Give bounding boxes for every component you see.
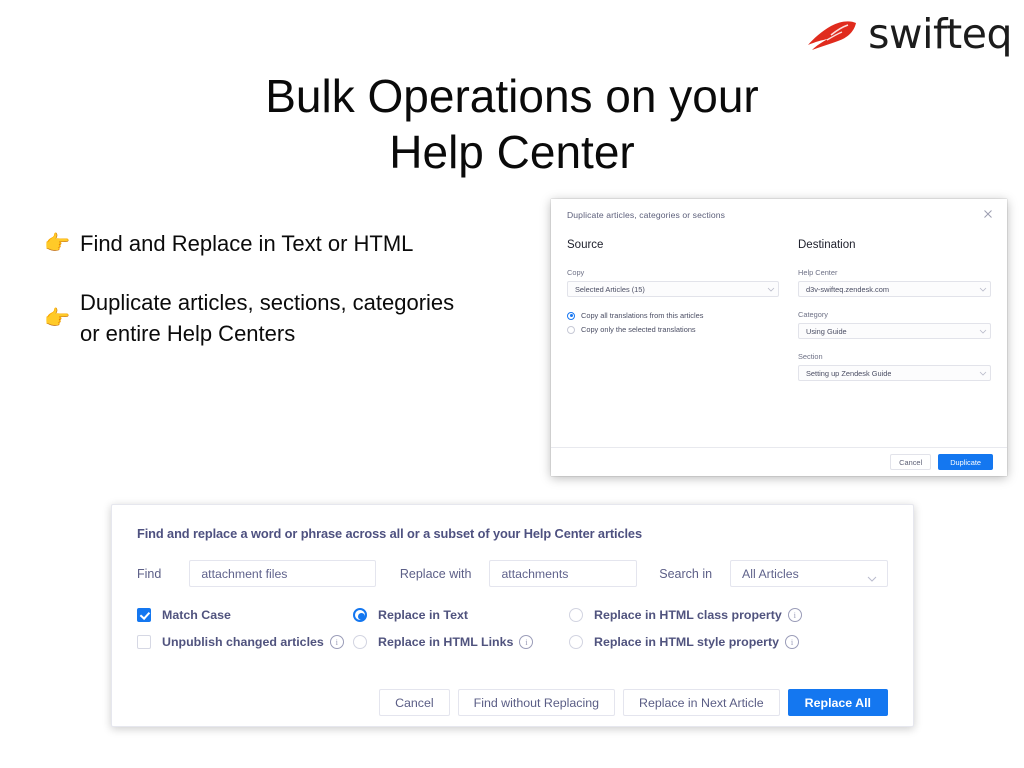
copy-select-value: Selected Articles (15) bbox=[575, 284, 645, 294]
checkbox-indicator bbox=[137, 608, 151, 622]
replace-with-input[interactable]: attachments bbox=[489, 560, 638, 587]
radio-replace-in-text[interactable]: Replace in Text bbox=[353, 604, 569, 626]
option-label: Replace in HTML style property bbox=[594, 635, 779, 649]
duplicate-dialog: Duplicate articles, categories or sectio… bbox=[551, 199, 1007, 476]
info-icon[interactable]: i bbox=[329, 635, 344, 649]
radio-replace-in-html-class-property[interactable]: Replace in HTML class property i bbox=[569, 604, 869, 626]
radio-indicator bbox=[569, 608, 583, 622]
copy-select[interactable]: Selected Articles (15) bbox=[567, 281, 779, 297]
close-icon-glyph bbox=[984, 210, 992, 218]
destination-heading: Destination bbox=[798, 239, 856, 251]
find-replace-footer: Cancel Find without Replacing Replace in… bbox=[137, 689, 888, 716]
option-label: Replace in HTML Links bbox=[378, 635, 514, 649]
page-title-line-2: Help Center bbox=[389, 126, 635, 178]
section-select[interactable]: Setting up Zendesk Guide bbox=[798, 365, 991, 381]
list-item: 👉 Find and Replace in Text or HTML bbox=[44, 228, 474, 259]
find-replace-panel: Find and replace a word or phrase across… bbox=[111, 504, 914, 727]
radio-replace-in-html-style-property[interactable]: Replace in HTML style property i bbox=[569, 631, 869, 653]
category-field: Category Using Guide bbox=[798, 310, 991, 339]
chevron-down-icon bbox=[979, 329, 987, 334]
checkbox-unpublish-changed-articles[interactable]: Unpublish changed articles i bbox=[137, 631, 353, 653]
brand-logo: swifteq bbox=[806, 14, 1012, 55]
chevron-down-icon bbox=[979, 371, 987, 376]
find-replace-heading: Find and replace a word or phrase across… bbox=[137, 526, 642, 541]
options-column-1: Match Case Unpublish changed articles i bbox=[137, 604, 353, 658]
radio-indicator bbox=[567, 325, 575, 334]
find-label: Find bbox=[137, 566, 162, 581]
pointing-right-hand-icon: 👉 bbox=[44, 305, 71, 330]
radio-indicator bbox=[567, 311, 575, 320]
chevron-down-icon bbox=[979, 287, 987, 292]
section-field: Section Setting up Zendesk Guide bbox=[798, 352, 991, 381]
options-column-3: Replace in HTML class property i Replace… bbox=[569, 604, 869, 658]
replace-with-label: Replace with bbox=[399, 566, 472, 581]
search-in-select-value: All Articles bbox=[742, 566, 799, 581]
search-in-label: Search in bbox=[659, 566, 713, 581]
options-column-2: Replace in Text Replace in HTML Links i bbox=[353, 604, 569, 658]
category-select-value: Using Guide bbox=[806, 326, 847, 336]
find-replace-options: Match Case Unpublish changed articles i … bbox=[137, 604, 888, 658]
list-item: 👉 Duplicate articles, sections, categori… bbox=[44, 287, 474, 349]
help-center-select-value: d3v-swifteq.zendesk.com bbox=[806, 284, 889, 294]
source-column: Source Copy Selected Articles (15) Copy … bbox=[567, 239, 779, 447]
brand-name: swifteq bbox=[868, 10, 1012, 58]
radio-replace-in-html-links[interactable]: Replace in HTML Links i bbox=[353, 631, 569, 653]
radio-label: Copy only the selected translations bbox=[581, 325, 696, 334]
close-icon[interactable] bbox=[982, 208, 994, 220]
option-label: Match Case bbox=[162, 608, 231, 622]
help-center-label: Help Center bbox=[798, 268, 838, 277]
chevron-down-icon bbox=[767, 287, 775, 292]
radio-indicator bbox=[353, 608, 367, 622]
duplicate-dialog-footer: Cancel Duplicate bbox=[551, 447, 1007, 476]
find-input[interactable]: attachment files bbox=[189, 560, 376, 587]
translation-radio-group: Copy all translations from this articles… bbox=[567, 311, 779, 334]
cancel-button[interactable]: Cancel bbox=[379, 689, 450, 716]
copy-field: Copy Selected Articles (15) bbox=[567, 268, 779, 297]
search-in-select[interactable]: All Articles bbox=[730, 560, 888, 587]
pointing-right-hand-icon: 👉 bbox=[44, 231, 71, 255]
chevron-down-icon bbox=[867, 571, 877, 582]
bullet-label: Find and Replace in Text or HTML bbox=[80, 231, 414, 256]
option-label: Replace in Text bbox=[378, 608, 468, 622]
replace-all-button[interactable]: Replace All bbox=[787, 689, 888, 716]
page-title: Bulk Operations on your Help Center bbox=[0, 68, 1024, 180]
duplicate-button[interactable]: Duplicate bbox=[938, 454, 993, 470]
copy-label: Copy bbox=[567, 268, 585, 277]
feature-bullet-list: 👉 Find and Replace in Text or HTML 👉 Dup… bbox=[44, 228, 474, 377]
replace-in-next-article-button[interactable]: Replace in Next Article bbox=[623, 689, 780, 716]
help-center-select[interactable]: d3v-swifteq.zendesk.com bbox=[798, 281, 991, 297]
option-label: Replace in HTML class property bbox=[594, 608, 782, 622]
category-label: Category bbox=[798, 310, 828, 319]
info-icon[interactable]: i bbox=[785, 635, 799, 649]
duplicate-dialog-body: Source Copy Selected Articles (15) Copy … bbox=[551, 225, 1007, 447]
section-select-value: Setting up Zendesk Guide bbox=[806, 368, 892, 378]
duplicate-dialog-titlebar: Duplicate articles, categories or sectio… bbox=[551, 199, 1007, 225]
help-center-field: Help Center d3v-swifteq.zendesk.com bbox=[798, 268, 991, 297]
info-icon[interactable]: i bbox=[787, 608, 802, 622]
destination-column: Destination Help Center d3v-swifteq.zend… bbox=[779, 239, 991, 447]
info-icon[interactable]: i bbox=[519, 635, 534, 649]
category-select[interactable]: Using Guide bbox=[798, 323, 991, 339]
bullet-label: Duplicate articles, sections, categories… bbox=[80, 290, 455, 346]
swifteq-flame-logo-icon bbox=[808, 20, 857, 50]
find-replace-input-row: Find attachment files Replace with attac… bbox=[137, 560, 888, 587]
checkbox-indicator bbox=[137, 635, 151, 649]
radio-indicator bbox=[353, 635, 367, 649]
option-label: Unpublish changed articles bbox=[162, 635, 324, 649]
find-without-replacing-button[interactable]: Find without Replacing bbox=[457, 689, 615, 716]
radio-indicator bbox=[569, 635, 583, 649]
page-title-line-1: Bulk Operations on your bbox=[265, 70, 759, 122]
cancel-button[interactable]: Cancel bbox=[890, 454, 932, 470]
duplicate-dialog-title: Duplicate articles, categories or sectio… bbox=[567, 210, 726, 220]
radio-label: Copy all translations from this articles bbox=[581, 311, 704, 320]
radio-copy-all-translations[interactable]: Copy all translations from this articles bbox=[567, 311, 779, 320]
checkbox-match-case[interactable]: Match Case bbox=[137, 604, 353, 626]
radio-copy-selected-translations[interactable]: Copy only the selected translations bbox=[567, 325, 779, 334]
section-label: Section bbox=[798, 352, 823, 361]
source-heading: Source bbox=[567, 239, 604, 251]
